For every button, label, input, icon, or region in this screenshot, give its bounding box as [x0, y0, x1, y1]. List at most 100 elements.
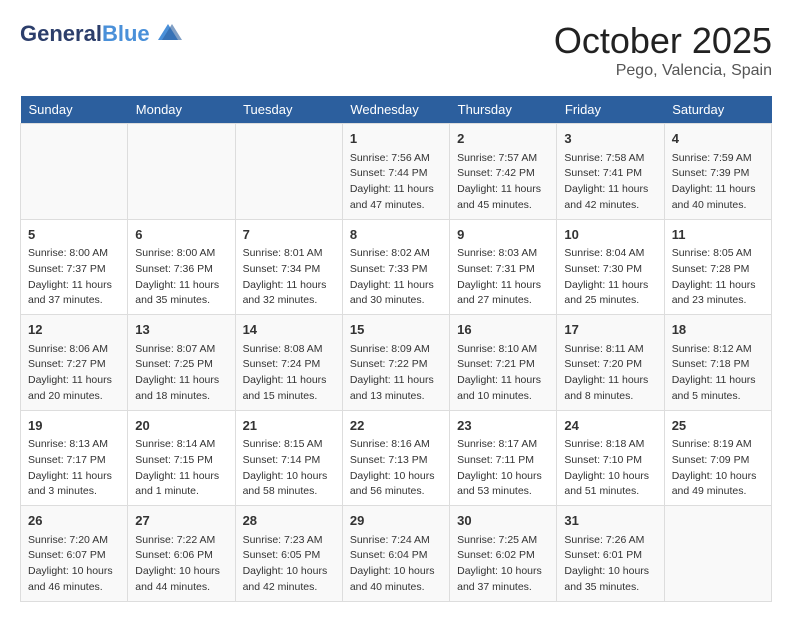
day-info: Sunrise: 8:08 AM	[243, 343, 323, 355]
day-info: Daylight: 10 hours	[243, 470, 328, 482]
day-info: Sunset: 7:17 PM	[28, 454, 106, 466]
logo: GeneralBlue	[20, 20, 182, 48]
day-info: Sunset: 6:07 PM	[28, 549, 106, 561]
day-number: 13	[135, 320, 227, 340]
day-info: and 8 minutes.	[564, 390, 633, 402]
calendar-cell: 12Sunrise: 8:06 AMSunset: 7:27 PMDayligh…	[21, 315, 128, 411]
day-number: 29	[350, 511, 442, 531]
day-number: 6	[135, 225, 227, 245]
calendar-cell: 23Sunrise: 8:17 AMSunset: 7:11 PMDayligh…	[450, 410, 557, 506]
calendar-cell: 31Sunrise: 7:26 AMSunset: 6:01 PMDayligh…	[557, 506, 664, 602]
day-info: and 56 minutes.	[350, 485, 425, 497]
day-info: Sunrise: 8:14 AM	[135, 438, 215, 450]
day-info: Sunrise: 8:17 AM	[457, 438, 537, 450]
day-number: 19	[28, 416, 120, 436]
calendar-cell: 15 Sunrise: 8:09 AM Sunset: 7:22 PM Dayligh…	[342, 315, 449, 411]
day-number: 8	[350, 225, 442, 245]
day-number: 5	[28, 225, 120, 245]
day-info: Sunset: 7:09 PM	[672, 454, 750, 466]
weekday-header: Friday	[557, 96, 664, 124]
weekday-header: Thursday	[450, 96, 557, 124]
day-info: and 44 minutes.	[135, 581, 210, 593]
day-number: 24	[564, 416, 656, 436]
day-number: 2	[457, 129, 549, 149]
day-info: Sunset: 7:31 PM	[457, 263, 535, 275]
day-info: Daylight: 11 hours	[243, 279, 327, 291]
day-info: Daylight: 11 hours	[457, 279, 541, 291]
day-info: and 45 minutes.	[457, 199, 532, 211]
day-info: Sunset: 7:27 PM	[28, 358, 106, 370]
calendar-cell	[21, 124, 128, 220]
day-info: Sunset: 7:11 PM	[457, 454, 534, 466]
day-info: Sunrise: 8:09 AM	[350, 343, 430, 355]
day-info: and 27 minutes.	[457, 294, 532, 306]
day-info: Sunrise: 7:25 AM	[457, 534, 537, 546]
day-info: Daylight: 10 hours	[457, 565, 542, 577]
day-info: Daylight: 10 hours	[350, 470, 435, 482]
day-info: Sunrise: 8:13 AM	[28, 438, 108, 450]
day-info: Sunrise: 8:16 AM	[350, 438, 430, 450]
day-info: Sunrise: 8:00 AM	[135, 247, 215, 259]
day-info: Sunrise: 7:56 AM	[350, 152, 430, 164]
day-info: Sunrise: 8:02 AM	[350, 247, 430, 259]
day-number: 4	[672, 129, 764, 149]
calendar-cell: 10Sunrise: 8:04 AMSunset: 7:30 PMDayligh…	[557, 219, 664, 315]
day-info: Sunrise: 8:12 AM	[672, 343, 752, 355]
day-info: and 53 minutes.	[457, 485, 532, 497]
day-info: Sunrise: 7:20 AM	[28, 534, 108, 546]
calendar-cell: 22Sunrise: 8:16 AMSunset: 7:13 PMDayligh…	[342, 410, 449, 506]
day-info: Daylight: 11 hours	[672, 183, 756, 195]
day-number: 25	[672, 416, 764, 436]
day-info: Daylight: 11 hours	[350, 183, 434, 195]
day-info: Sunrise: 8:01 AM	[243, 247, 323, 259]
calendar-cell: 13Sunrise: 8:07 AMSunset: 7:25 PMDayligh…	[128, 315, 235, 411]
day-info: Daylight: 11 hours	[243, 374, 327, 386]
calendar-cell	[664, 506, 771, 602]
calendar-cell: 9Sunrise: 8:03 AMSunset: 7:31 PMDaylight…	[450, 219, 557, 315]
day-info: Sunset: 6:02 PM	[457, 549, 535, 561]
day-number: 21	[243, 416, 335, 436]
day-info: and 40 minutes.	[350, 581, 425, 593]
day-info: Daylight: 11 hours	[350, 374, 434, 386]
day-info: and 18 minutes.	[135, 390, 210, 402]
day-info: Sunrise: 8:06 AM	[28, 343, 108, 355]
day-info: Daylight: 11 hours	[135, 470, 219, 482]
calendar-cell: 25Sunrise: 8:19 AMSunset: 7:09 PMDayligh…	[664, 410, 771, 506]
day-info: Sunset: 7:21 PM	[457, 358, 535, 370]
calendar-cell	[235, 124, 342, 220]
day-info: Daylight: 11 hours	[28, 279, 112, 291]
day-info: and 42 minutes.	[564, 199, 639, 211]
day-info: Sunset: 7:22 PM	[350, 358, 428, 370]
calendar-cell: 19Sunrise: 8:13 AMSunset: 7:17 PMDayligh…	[21, 410, 128, 506]
day-info: Sunrise: 8:11 AM	[564, 343, 643, 355]
day-info: Sunset: 7:15 PM	[135, 454, 213, 466]
calendar-cell: 14Sunrise: 8:08 AMSunset: 7:24 PMDayligh…	[235, 315, 342, 411]
weekday-header: Sunday	[21, 96, 128, 124]
calendar-cell: 11Sunrise: 8:05 AMSunset: 7:28 PMDayligh…	[664, 219, 771, 315]
calendar-cell: 27Sunrise: 7:22 AMSunset: 6:06 PMDayligh…	[128, 506, 235, 602]
calendar-table: SundayMondayTuesdayWednesdayThursdayFrid…	[20, 96, 772, 602]
calendar-week-row: 19 Sunrise: 8:13 AM Sunset: 7:17 PM Dayligh…	[21, 410, 772, 506]
day-info: and 37 minutes.	[28, 294, 103, 306]
day-number: 11	[672, 225, 764, 245]
day-info: Sunrise: 8:04 AM	[564, 247, 644, 259]
day-info: and 35 minutes.	[564, 581, 639, 593]
weekday-header-row: SundayMondayTuesdayWednesdayThursdayFrid…	[21, 96, 772, 124]
day-number: 15	[350, 320, 442, 340]
calendar-cell: 24Sunrise: 8:18 AMSunset: 7:10 PMDayligh…	[557, 410, 664, 506]
day-info: Sunset: 7:25 PM	[135, 358, 213, 370]
day-info: Sunrise: 7:23 AM	[243, 534, 323, 546]
day-info: Sunrise: 7:24 AM	[350, 534, 430, 546]
calendar-cell: 16Sunrise: 8:10 AMSunset: 7:21 PMDayligh…	[450, 315, 557, 411]
day-number: 20	[135, 416, 227, 436]
day-info: Sunrise: 8:07 AM	[135, 343, 215, 355]
calendar-cell: 30Sunrise: 7:25 AMSunset: 6:02 PMDayligh…	[450, 506, 557, 602]
day-number: 10	[564, 225, 656, 245]
day-info: Sunrise: 8:05 AM	[672, 247, 752, 259]
day-info: Daylight: 10 hours	[350, 565, 435, 577]
calendar-cell: 1Sunrise: 7:56 AMSunset: 7:44 PMDaylight…	[342, 124, 449, 220]
day-info: Sunset: 7:34 PM	[243, 263, 321, 275]
day-info: Sunset: 7:24 PM	[243, 358, 321, 370]
day-info: Sunrise: 8:10 AM	[457, 343, 537, 355]
day-info: and 20 minutes.	[28, 390, 103, 402]
